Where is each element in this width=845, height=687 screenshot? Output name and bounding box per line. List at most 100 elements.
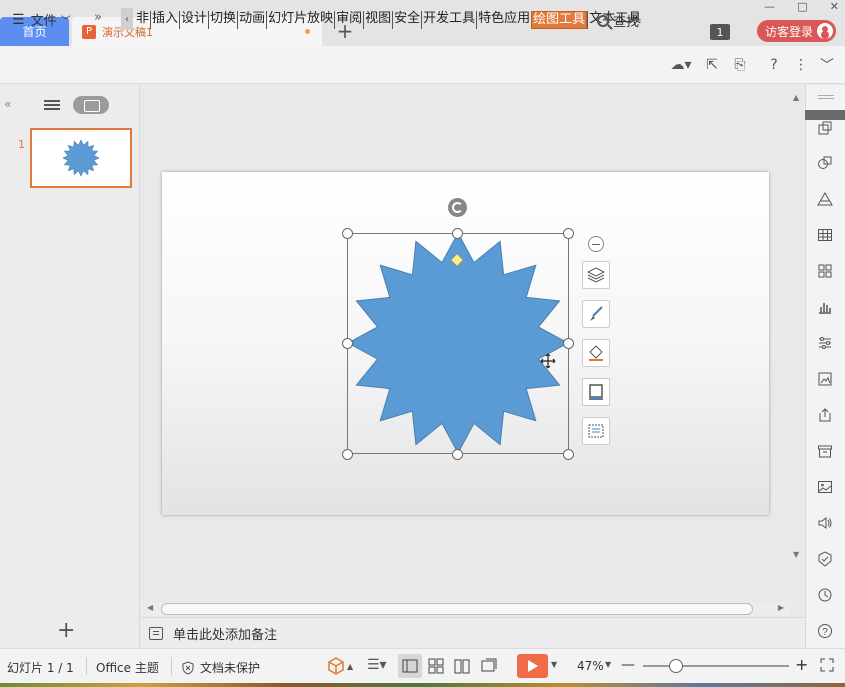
resize-handle-se[interactable] xyxy=(563,449,574,460)
fill-button[interactable] xyxy=(582,339,610,367)
tab-slideshow[interactable]: 幻灯片放映 xyxy=(266,11,334,29)
tab-design[interactable]: 设计 xyxy=(179,11,208,29)
cube-icon xyxy=(328,657,344,675)
resize-handle-sw[interactable] xyxy=(342,449,353,460)
resize-handle-s[interactable] xyxy=(452,449,463,460)
file-menu[interactable]: ☰ 文件 ﹀ xyxy=(12,10,71,30)
resize-handle-n[interactable] xyxy=(452,228,463,239)
find-button[interactable]: 查找 xyxy=(597,11,639,30)
ribbon-tabs: 非 插入 设计 切换 动画 幻灯片放映 审阅 视图 安全 开发工具 特色应用 绘… xyxy=(135,11,642,29)
tab-start-partial[interactable]: 非 xyxy=(135,11,150,29)
zoom-slider[interactable] xyxy=(643,665,789,667)
rotate-handle-icon[interactable] xyxy=(448,198,467,217)
fit-window-button[interactable] xyxy=(820,658,834,675)
share-icon[interactable]: ⇱ xyxy=(703,56,721,74)
sidebar-protect-icon[interactable] xyxy=(815,549,835,569)
tab-insert[interactable]: 插入 xyxy=(150,11,179,29)
text-wrap-button[interactable] xyxy=(582,417,610,445)
tab-special-apps[interactable]: 特色应用 xyxy=(476,11,531,29)
file-menu-label: 文件 xyxy=(30,14,57,29)
sidebar-export-icon[interactable] xyxy=(815,405,835,425)
grid-view-icon xyxy=(428,658,444,674)
presenter-view-button[interactable] xyxy=(480,657,498,678)
more-options-icon[interactable]: ⋮ xyxy=(792,56,810,74)
zoom-out-button[interactable]: — xyxy=(621,657,635,673)
zoom-slider-knob[interactable] xyxy=(669,659,683,673)
sidebar-help-icon[interactable]: ? xyxy=(815,621,835,641)
sidebar-chart-icon[interactable] xyxy=(815,297,835,317)
scroll-up-icon[interactable]: ▲ xyxy=(793,93,799,102)
horizontal-scrollbar[interactable]: ◀ ▶ xyxy=(141,602,790,616)
zoom-dropdown-icon[interactable]: ▼ xyxy=(605,660,611,669)
guest-login-button[interactable]: 访客登录 xyxy=(757,20,836,42)
zoom-in-button[interactable]: + xyxy=(795,655,808,674)
help-icon[interactable]: ? xyxy=(765,56,783,74)
sidebar-table-icon[interactable] xyxy=(815,225,835,245)
chevron-up-icon: ▲ xyxy=(347,661,354,671)
fit-screen-icon xyxy=(820,658,834,672)
maximize-button[interactable]: □ xyxy=(797,0,807,14)
theme-name[interactable]: Office 主题 xyxy=(96,659,159,676)
sidebar-transform-icon[interactable] xyxy=(815,118,835,138)
vertical-scrollbar[interactable]: ▲ ▼ xyxy=(790,85,804,602)
sidebar-image-edit-icon[interactable] xyxy=(815,369,835,389)
outline-view-icon[interactable] xyxy=(44,98,60,112)
presenter-icon xyxy=(481,658,497,672)
outline-button[interactable] xyxy=(582,378,610,406)
shape-style-button[interactable] xyxy=(582,300,610,328)
scroll-left-icon[interactable]: ◀ xyxy=(147,603,153,612)
cloud-sync-icon[interactable]: ☁▾ xyxy=(668,56,694,74)
more-menus-button[interactable]: » xyxy=(94,10,102,25)
tab-animations[interactable]: 动画 xyxy=(237,11,266,29)
minimize-button[interactable]: — xyxy=(764,0,775,14)
sidebar-history-icon[interactable] xyxy=(815,585,835,605)
collapse-toolbar-icon[interactable] xyxy=(588,236,604,252)
sidebar-shapes-icon[interactable] xyxy=(815,153,835,173)
resize-handle-e[interactable] xyxy=(563,338,574,349)
export-icon[interactable]: ⎘ xyxy=(731,56,749,74)
resize-handle-ne[interactable] xyxy=(563,228,574,239)
sidebar-grid-icon[interactable] xyxy=(815,261,835,281)
ribbon-scroll-left-button[interactable]: ‹ xyxy=(121,8,133,30)
protection-label: 文档未保护 xyxy=(200,661,261,675)
tab-transitions[interactable]: 切换 xyxy=(208,11,237,29)
notes-area[interactable]: 单击此处添加备注 xyxy=(141,617,805,648)
play-slideshow-button[interactable] xyxy=(517,654,548,678)
zoom-level[interactable]: 47% xyxy=(577,659,604,673)
tab-developer[interactable]: 开发工具 xyxy=(421,11,476,29)
resize-handle-w[interactable] xyxy=(342,338,353,349)
collapse-panel-button[interactable]: « xyxy=(4,97,11,111)
slide-view-toggle[interactable] xyxy=(73,96,109,114)
slide-thumbnail[interactable] xyxy=(30,128,132,188)
collapse-ribbon-icon[interactable]: ﹀ xyxy=(818,56,836,74)
scroll-thumb[interactable] xyxy=(161,603,753,615)
sidebar-style-icon[interactable] xyxy=(815,189,835,209)
slide-sorter-button[interactable] xyxy=(427,657,445,678)
document-protection[interactable]: 文档未保护 xyxy=(181,659,260,676)
sidebar-audio-icon[interactable] xyxy=(815,513,835,533)
layers-button[interactable] xyxy=(582,261,610,289)
tab-view[interactable]: 视图 xyxy=(363,11,392,29)
guest-login-label: 访客登录 xyxy=(765,24,814,39)
tab-security[interactable]: 安全 xyxy=(392,11,421,29)
resize-handle-nw[interactable] xyxy=(342,228,353,239)
reading-view-button[interactable] xyxy=(453,657,471,678)
sidebar-settings-icon[interactable] xyxy=(815,333,835,353)
add-slide-button[interactable]: + xyxy=(57,618,75,643)
find-label: 查找 xyxy=(613,15,640,30)
tab-drawing-tools[interactable]: 绘图工具 xyxy=(531,11,588,29)
tab-count-badge[interactable]: 1 xyxy=(710,24,730,40)
scroll-right-icon[interactable]: ▶ xyxy=(778,603,784,612)
notes-toggle-icon[interactable]: ☰▾ xyxy=(367,657,395,675)
shield-icon xyxy=(182,660,194,675)
sidebar-archive-icon[interactable] xyxy=(815,441,835,461)
smart-tools-button[interactable]: ▲ xyxy=(327,656,355,676)
chevron-down-icon[interactable]: ▼ xyxy=(551,660,557,669)
normal-view-button[interactable] xyxy=(398,654,422,678)
close-window-button[interactable]: ✕ xyxy=(830,0,839,14)
tab-review[interactable]: 审阅 xyxy=(334,11,363,29)
sidebar-picture-icon[interactable] xyxy=(815,477,835,497)
layers-icon xyxy=(587,267,605,283)
scroll-down-icon[interactable]: ▼ xyxy=(793,550,799,559)
shape-outline-icon xyxy=(589,384,603,400)
